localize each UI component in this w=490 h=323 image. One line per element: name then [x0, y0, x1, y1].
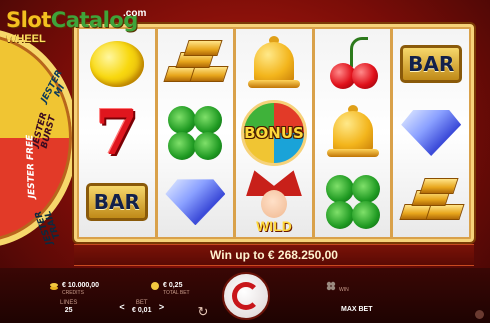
- symbol-cell: [393, 168, 469, 237]
- diamond-icon: [165, 179, 226, 226]
- bonus-label: BONUS: [244, 123, 304, 142]
- bet-display: BET € 0,01: [132, 300, 151, 314]
- autoplay-icon[interactable]: ↻: [195, 305, 211, 319]
- bet-increase-button[interactable]: >: [157, 302, 165, 312]
- coin-stack-icon: [151, 282, 159, 290]
- bell-icon: [247, 35, 300, 92]
- reel-1: 7 BAR: [79, 29, 155, 237]
- wheel-title: WHEEL: [6, 33, 46, 45]
- clover-icon: [326, 281, 336, 291]
- symbol-cell: BAR: [79, 168, 155, 237]
- bar-icon: BAR: [400, 44, 463, 83]
- diamond-icon: [401, 109, 462, 156]
- coins-icon: [50, 283, 58, 290]
- gold-bars-icon: [398, 178, 465, 226]
- bet-selector: < BET € 0,01 >: [118, 300, 165, 314]
- symbol-cell: [315, 29, 391, 98]
- win-banner: Win up to € 268.250,00: [74, 244, 474, 266]
- bet-decrease-button[interactable]: <: [118, 302, 126, 312]
- symbol-cell: [158, 98, 234, 167]
- lines-value: 25: [64, 307, 73, 314]
- symbol-cell: 7: [79, 98, 155, 167]
- reel-4: [314, 29, 391, 237]
- credits-label: CREDITS: [62, 290, 84, 296]
- symbol-cell: BONUS: [236, 98, 312, 167]
- bell-icon: [326, 104, 379, 161]
- symbol-cell: [315, 168, 391, 237]
- clover-icon: [324, 173, 382, 231]
- reels-frame: 7 BAR BONUS WILD BAR: [74, 24, 474, 242]
- bar-label: BAR: [93, 190, 140, 215]
- cherry-icon: [324, 36, 382, 91]
- symbol-cell: WILD: [236, 168, 312, 237]
- fortune-wheel: JESTER MI JESTER BURST JESTER FREE JESTE…: [0, 22, 78, 254]
- spin-button[interactable]: [222, 272, 270, 320]
- credits-display: € 10.000,00 CREDITS: [49, 281, 99, 296]
- seven-icon: 7: [95, 95, 139, 169]
- bar-label: BAR: [408, 51, 455, 76]
- sound-toggle-icon[interactable]: [475, 310, 484, 319]
- spin-icon: [232, 282, 260, 310]
- logo-suffix: .com: [123, 8, 147, 19]
- win-banner-text: Win up to € 268.250,00: [210, 248, 338, 262]
- gold-bars-icon: [162, 39, 229, 88]
- max-bet-button[interactable]: MAX BET: [341, 306, 373, 313]
- reel-2: [157, 29, 234, 237]
- symbol-cell: [393, 98, 469, 167]
- bar-icon: BAR: [85, 183, 148, 222]
- symbol-cell: BAR: [393, 29, 469, 98]
- lemon-icon: [89, 40, 144, 87]
- symbol-cell: [79, 29, 155, 98]
- symbol-cell: [158, 168, 234, 237]
- win-display: WIN: [326, 281, 349, 293]
- bet-value: € 0,01: [132, 307, 152, 314]
- wild-label: WILD: [256, 218, 292, 235]
- total-bet-label: TOTAL BET: [163, 290, 190, 296]
- joker-icon: WILD: [244, 170, 304, 234]
- reels-grid: 7 BAR BONUS WILD BAR: [79, 29, 469, 237]
- site-logo: SlotCatalog: [6, 8, 138, 32]
- reel-5: BAR: [393, 29, 469, 237]
- lines-display: LINES 25: [60, 300, 77, 314]
- game-screen: JESTER MI JESTER BURST JESTER FREE JESTE…: [0, 0, 490, 323]
- win-label: WIN: [339, 287, 349, 293]
- symbol-cell: [315, 98, 391, 167]
- total-bet-value: € 0,25: [163, 282, 183, 289]
- symbol-cell: [236, 29, 312, 98]
- symbol-cell: [158, 29, 234, 98]
- lines-label: LINES: [60, 300, 78, 306]
- clover-icon: [166, 104, 224, 162]
- reel-3: BONUS WILD: [236, 29, 312, 237]
- logo-part-slot: Slot: [6, 8, 51, 32]
- bet-label: BET: [135, 300, 148, 306]
- total-bet-display: € 0,25 TOTAL BET: [150, 281, 190, 296]
- credits-value: € 10.000,00: [62, 282, 99, 289]
- bonus-wheel-icon: BONUS: [240, 99, 307, 166]
